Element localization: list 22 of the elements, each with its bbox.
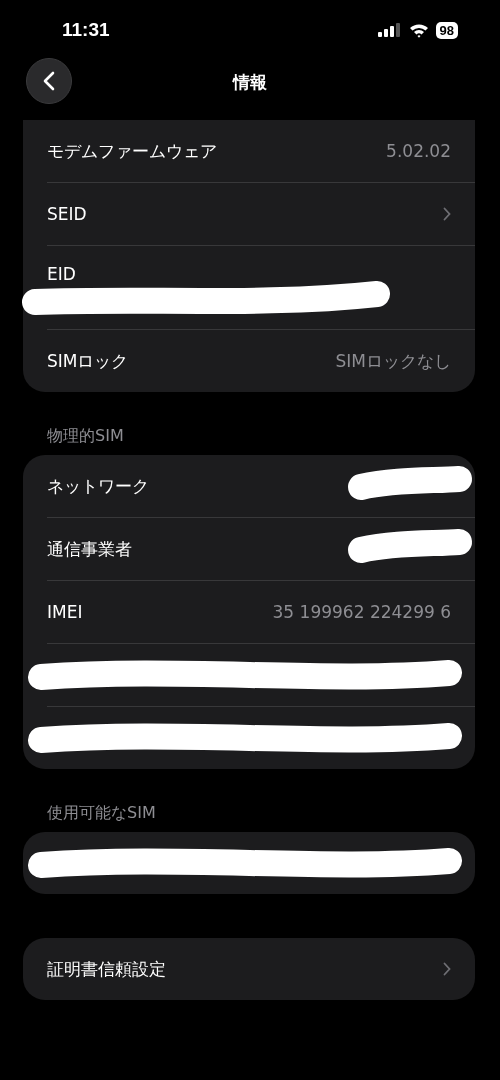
row-label[interactable]: SEID bbox=[47, 204, 87, 224]
row-label: 通信事業者 bbox=[47, 537, 132, 561]
row-label: SIMロック bbox=[47, 349, 129, 373]
back-button[interactable] bbox=[26, 58, 72, 104]
row-value: 5.02.02 bbox=[386, 141, 451, 161]
wifi-icon bbox=[408, 22, 429, 38]
row-label: モデムファームウェア bbox=[47, 139, 217, 163]
page-title: 情報 bbox=[233, 70, 267, 94]
row-label: EID bbox=[47, 264, 76, 284]
status-time: 11:31 bbox=[62, 19, 110, 41]
back-icon bbox=[43, 71, 55, 91]
battery-level: 98 bbox=[435, 21, 458, 39]
row-value: SIMロックなし bbox=[335, 349, 451, 373]
row-label[interactable]: 証明書信頼設定 bbox=[47, 957, 166, 981]
signal-icon bbox=[377, 23, 402, 37]
section-header: 物理的SIM bbox=[46, 425, 125, 447]
row-value: 35 199962 224299 6 bbox=[272, 602, 451, 622]
row-label: ネットワーク bbox=[47, 474, 149, 498]
section-header: 使用可能なSIM bbox=[46, 802, 157, 824]
row-label: IMEI bbox=[47, 602, 83, 622]
chevron-icon bbox=[443, 962, 451, 976]
chevron-icon bbox=[443, 207, 451, 221]
